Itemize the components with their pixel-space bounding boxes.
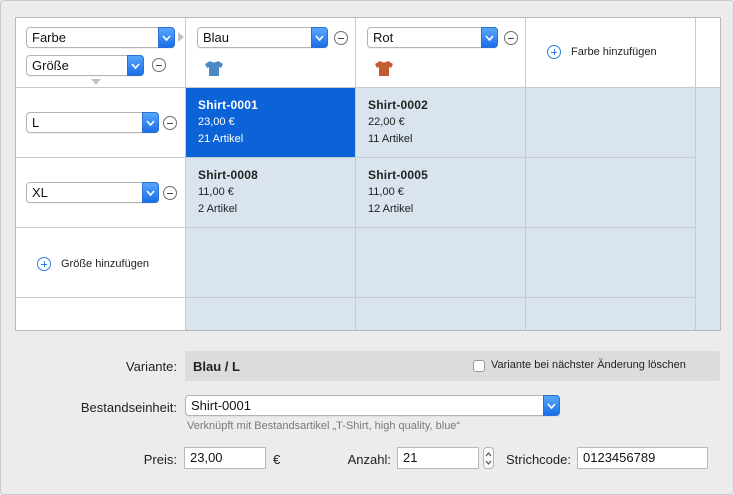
column-header-blau: Blau: [186, 18, 356, 88]
add-color-cell[interactable]: Farbe hinzufügen: [526, 18, 696, 88]
variant-id: Shirt-0001: [198, 98, 259, 112]
price-label: Preis:: [143, 452, 177, 467]
variant-count: 11 Artikel: [368, 133, 413, 145]
row-header-xl: XL: [16, 158, 186, 228]
remove-color-rot-button[interactable]: [504, 31, 518, 45]
remove-size-xl-button[interactable]: [163, 186, 177, 200]
stock-unit-value: Shirt-0001: [191, 398, 251, 413]
remove-size-attribute-button[interactable]: [152, 58, 166, 72]
chevron-down-icon: [158, 27, 175, 48]
attribute-size-select[interactable]: Größe: [26, 55, 144, 76]
header-filler: [696, 18, 720, 88]
variant-price: 22,00 €: [368, 116, 405, 128]
triangle-down-icon: [91, 79, 101, 85]
triangle-right-icon: [178, 32, 184, 42]
barcode-input[interactable]: 0123456789: [577, 447, 708, 469]
chevron-down-icon: [142, 112, 159, 133]
attribute-color-label: Farbe: [32, 30, 66, 45]
tshirt-icon: [375, 61, 393, 76]
add-size-cell[interactable]: Größe hinzufügen: [16, 228, 186, 298]
chevron-down-icon: [127, 55, 144, 76]
empty-cell: [186, 298, 356, 330]
size-select-label: XL: [32, 185, 48, 200]
variant-count: 12 Artikel: [368, 203, 414, 215]
variant-value: Blau / L: [193, 359, 240, 374]
variant-id: Shirt-0008: [198, 168, 259, 182]
attribute-color-select[interactable]: Farbe: [26, 27, 175, 48]
variant-price: 23,00 €: [198, 116, 235, 128]
size-select-xl[interactable]: XL: [26, 182, 159, 203]
empty-cell: [526, 298, 696, 330]
variant-label: Variante:: [125, 359, 177, 374]
empty-cell: [526, 228, 696, 298]
quantity-label: Anzahl:: [347, 452, 391, 467]
empty-cell: [186, 228, 356, 298]
empty-cell: [526, 158, 696, 228]
size-select-label: L: [32, 115, 40, 130]
column-header-rot: Rot: [356, 18, 526, 88]
row-header-l: L: [16, 88, 186, 158]
remove-color-blau-button[interactable]: [334, 31, 348, 45]
quantity-input[interactable]: 21: [397, 447, 479, 469]
plus-icon: [37, 257, 51, 271]
window-frame: Farbe Größe Blau Rot Farbe hinzufügen L …: [0, 0, 734, 495]
add-size-label: Größe hinzufügen: [61, 258, 150, 270]
delete-variant-checkbox[interactable]: [473, 360, 485, 372]
variant-count: 21 Artikel: [198, 133, 244, 145]
variant-grid: Farbe Größe Blau Rot Farbe hinzufügen L …: [15, 17, 721, 331]
stock-unit-label: Bestandseinheit:: [80, 400, 177, 415]
variant-cell-shirt-0005[interactable]: Shirt-0005 11,00 € 12 Artikel: [356, 158, 526, 228]
size-select-l[interactable]: L: [26, 112, 159, 133]
stock-unit-select[interactable]: Shirt-0001: [185, 395, 560, 416]
empty-cell: [356, 298, 526, 330]
variant-bar: Blau / L Variante bei nächster Änderung …: [185, 351, 720, 381]
add-color-label: Farbe hinzufügen: [571, 46, 657, 58]
delete-variant-checkbox-label: Variante bei nächster Änderung löschen: [491, 359, 686, 371]
price-input[interactable]: 23,00: [184, 447, 266, 469]
header-attribute-cell: Farbe Größe: [16, 18, 186, 88]
currency-label: €: [273, 452, 281, 467]
empty-cell: [526, 88, 696, 158]
chevron-down-icon: [311, 27, 328, 48]
variant-cell-shirt-0001[interactable]: Shirt-0001 23,00 € 21 Artikel: [186, 88, 356, 158]
variant-price: 11,00 €: [198, 186, 234, 198]
color-select-rot[interactable]: Rot: [367, 27, 498, 48]
variant-count: 2 Artikel: [198, 203, 238, 215]
variant-cell-shirt-0002[interactable]: Shirt-0002 22,00 € 11 Artikel: [356, 88, 526, 158]
variant-id: Shirt-0002: [368, 98, 429, 112]
quantity-stepper[interactable]: [483, 447, 494, 469]
empty-cell: [356, 228, 526, 298]
chevron-down-icon: [481, 27, 498, 48]
tshirt-icon: [205, 61, 223, 76]
plus-icon: [547, 45, 561, 59]
row-header-empty: [16, 298, 186, 330]
variant-price: 11,00 €: [368, 186, 404, 198]
color-select-blau[interactable]: Blau: [197, 27, 328, 48]
stepper-arrows-icon: [485, 452, 492, 465]
variant-cell-shirt-0008[interactable]: Shirt-0008 11,00 € 2 Artikel: [186, 158, 356, 228]
chevron-down-icon: [543, 395, 560, 416]
chevron-down-icon: [142, 182, 159, 203]
attribute-size-label: Größe: [32, 58, 69, 73]
color-select-label: Blau: [203, 30, 230, 45]
barcode-label: Strichcode:: [505, 452, 571, 467]
remove-size-l-button[interactable]: [163, 116, 177, 130]
variant-id: Shirt-0005: [368, 168, 429, 182]
stock-unit-hint: Verknüpft mit Bestandsartikel „T-Shirt, …: [187, 420, 461, 432]
color-select-label: Rot: [373, 30, 394, 45]
